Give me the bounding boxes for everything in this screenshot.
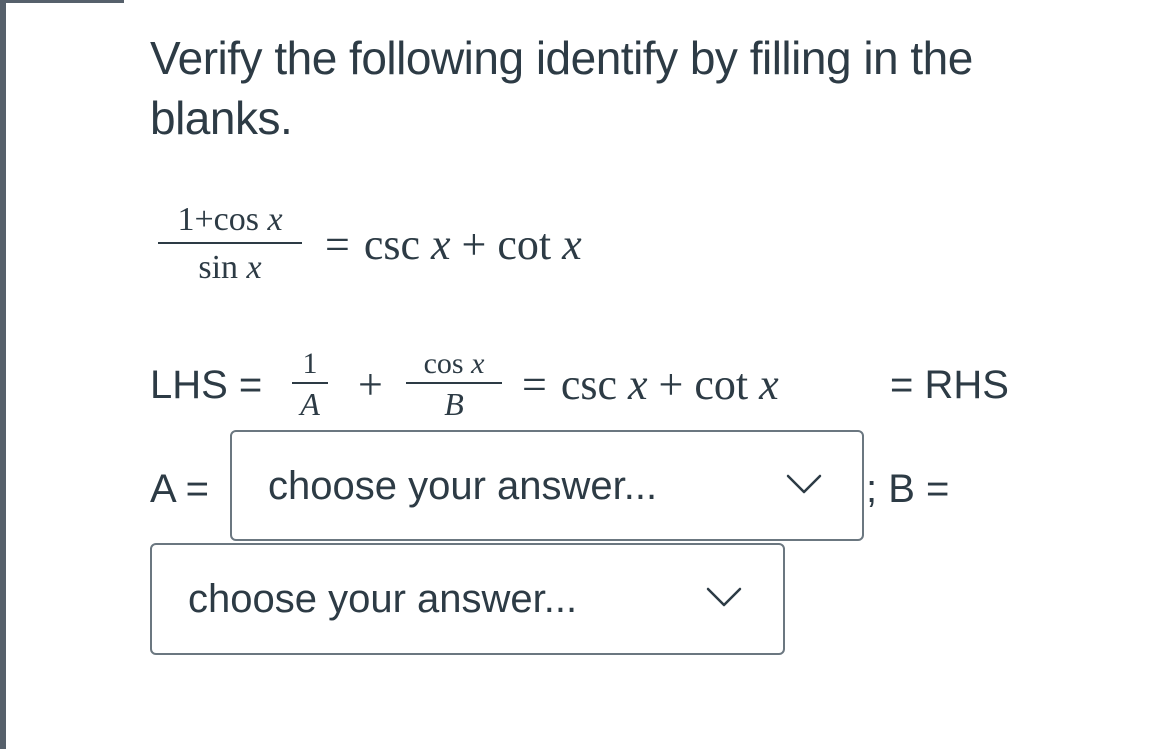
fraction-bar	[406, 382, 502, 384]
rhs-label: = RHS	[890, 363, 1009, 407]
fraction-cos-over-b: cos x B	[406, 346, 502, 422]
plus-sign: +	[358, 360, 383, 409]
label-b: ; B =	[866, 467, 950, 511]
fraction-b-numerator: cos x	[423, 347, 485, 380]
select-a-value: choose your answer...	[268, 464, 658, 508]
identity-denominator: sin x	[198, 249, 262, 286]
chevron-down-icon	[706, 587, 742, 607]
identity-right-side: = csc x + cot x	[325, 220, 582, 269]
lhs-label: LHS =	[150, 363, 263, 407]
identity-numerator: 1+cos x	[177, 201, 283, 238]
fraction-bar	[292, 382, 328, 384]
equals-sign: =	[522, 360, 547, 409]
select-a-dropdown[interactable]: choose your answer...	[230, 430, 864, 541]
work-middle-expression: = csc x + cot x	[522, 360, 779, 409]
page-top-edge	[0, 0, 124, 3]
label-a: A =	[150, 467, 209, 511]
fraction-bar	[158, 242, 302, 244]
work-equation: LHS = 1 A + cos x B = csc x + cot x = RHS	[150, 346, 1110, 436]
select-b-dropdown[interactable]: choose your answer...	[150, 543, 785, 655]
chevron-down-icon	[786, 474, 822, 494]
select-b-value: choose your answer...	[188, 577, 578, 621]
question-text: Verify the following identify by filling…	[150, 32, 973, 144]
fraction-b-denominator: B	[444, 386, 464, 422]
answer-row: A = choose your answer... ; B = choose y…	[150, 430, 1150, 670]
identity-fraction: 1+cos x sin x	[158, 200, 302, 288]
fraction-a-numerator: 1	[302, 347, 318, 380]
fraction-a-denominator: A	[300, 386, 320, 422]
page-left-border	[0, 0, 6, 749]
equals-sign: =	[325, 220, 350, 269]
fraction-one-over-a: 1 A	[292, 346, 328, 422]
